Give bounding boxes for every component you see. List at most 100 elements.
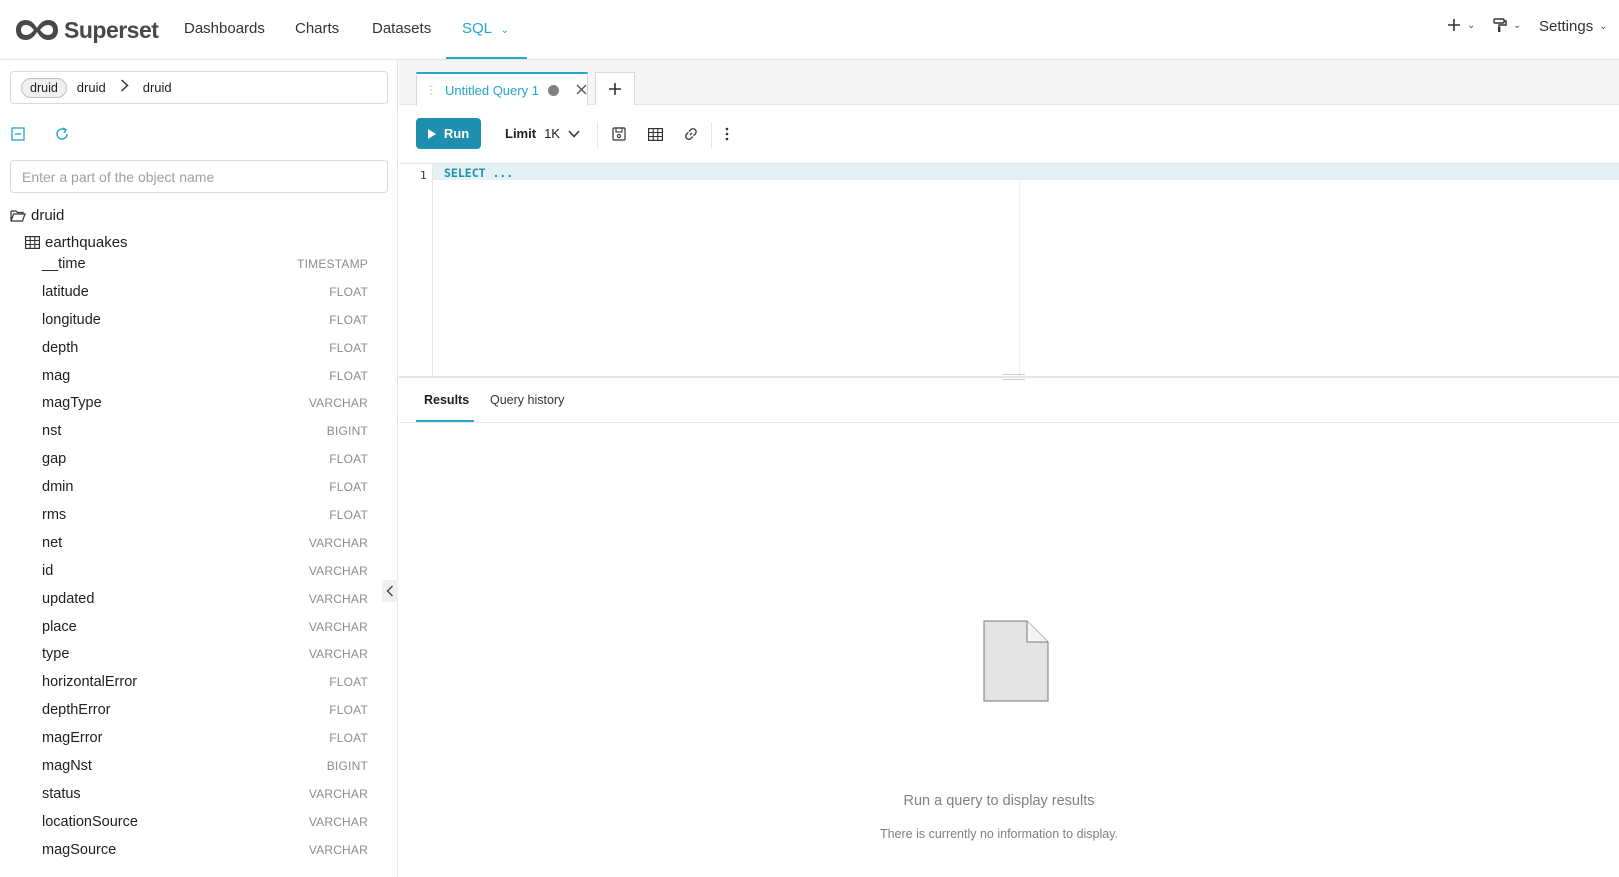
table-icon xyxy=(25,236,40,249)
column-row[interactable]: id VARCHAR xyxy=(0,557,398,585)
object-search-input[interactable] xyxy=(10,160,388,193)
chevron-left-icon xyxy=(386,585,393,597)
line-gutter: 1 xyxy=(399,164,433,377)
column-type: VARCHAR xyxy=(308,591,368,606)
schema-name: druid xyxy=(142,80,172,95)
toolbar-divider xyxy=(711,122,712,148)
collapse-sidebar-button[interactable] xyxy=(382,580,398,602)
column-row[interactable]: locationSource VARCHAR xyxy=(0,808,398,836)
new-menu-button[interactable]: ⌄ xyxy=(1447,18,1475,32)
column-row[interactable]: net VARCHAR xyxy=(0,529,398,557)
column-type: VARCHAR xyxy=(308,814,368,829)
nav-sql[interactable]: SQL ⌄ xyxy=(462,20,509,37)
unsaved-status-dot xyxy=(547,84,559,96)
add-tab-button[interactable] xyxy=(595,72,635,105)
column-name: depth xyxy=(42,339,79,356)
drag-handle-icon[interactable]: ⋮ xyxy=(425,83,437,97)
column-type: VARCHAR xyxy=(308,647,368,662)
run-button[interactable]: Run xyxy=(416,118,481,149)
empty-title: Run a query to display results xyxy=(903,793,1095,809)
column-type: FLOAT xyxy=(329,675,368,690)
refresh-icon[interactable] xyxy=(54,126,70,142)
column-row[interactable]: nst BIGINT xyxy=(0,417,398,445)
chevron-right-icon xyxy=(120,79,129,96)
column-name: latitude xyxy=(42,283,89,300)
limit-dropdown[interactable]: Limit 1K xyxy=(505,126,580,141)
superset-logo[interactable]: Superset xyxy=(14,14,159,46)
sql-code[interactable]: SELECT ... xyxy=(444,166,513,180)
nav-dashboards[interactable]: Dashboards xyxy=(184,20,265,37)
results-tab-indicator xyxy=(416,420,474,422)
column-row[interactable]: magType VARCHAR xyxy=(0,389,398,417)
column-name: net xyxy=(42,534,63,551)
column-row[interactable]: place VARCHAR xyxy=(0,613,398,641)
table-icon[interactable] xyxy=(647,126,663,142)
collapse-all-icon[interactable] xyxy=(10,126,26,142)
column-type: FLOAT xyxy=(329,368,368,383)
column-row[interactable]: longitude FLOAT xyxy=(0,306,398,334)
tree-schema-node[interactable]: druid xyxy=(10,207,64,224)
column-name: horizontalError xyxy=(42,674,138,691)
column-row[interactable]: magError FLOAT xyxy=(0,724,398,752)
column-row[interactable]: rms FLOAT xyxy=(0,501,398,529)
column-row[interactable]: latitude FLOAT xyxy=(0,278,398,306)
column-type: VARCHAR xyxy=(308,563,368,578)
tree-table-node[interactable]: earthquakes xyxy=(25,234,128,251)
tab-results[interactable]: Results xyxy=(424,393,469,407)
column-row[interactable]: gap FLOAT xyxy=(0,445,398,473)
empty-document-icon xyxy=(983,620,1049,702)
column-type: FLOAT xyxy=(329,507,368,522)
column-type: FLOAT xyxy=(329,340,368,355)
chevron-down-icon: ⌄ xyxy=(1513,20,1522,31)
link-icon[interactable] xyxy=(683,126,699,142)
column-type: TIMESTAMP xyxy=(297,256,368,271)
tree-actions xyxy=(10,126,70,142)
nav-datasets[interactable]: Datasets xyxy=(372,20,431,37)
column-type: VARCHAR xyxy=(308,842,368,857)
query-tab[interactable]: ⋮ Untitled Query 1 xyxy=(416,72,588,106)
column-type: BIGINT xyxy=(326,424,368,439)
column-row[interactable]: mag FLOAT xyxy=(0,362,398,390)
close-icon[interactable] xyxy=(576,82,587,99)
limit-label: Limit xyxy=(505,126,537,141)
column-name: longitude xyxy=(42,311,101,328)
column-row[interactable]: magNst BIGINT xyxy=(0,752,398,780)
column-name: nst xyxy=(42,423,62,440)
save-icon[interactable] xyxy=(611,126,627,142)
column-row[interactable]: updated VARCHAR xyxy=(0,585,398,613)
sql-code-editor[interactable]: 1 SELECT ... xyxy=(399,164,1619,377)
database-name: druid xyxy=(76,80,106,95)
column-name: magSource xyxy=(42,841,117,858)
column-row[interactable]: depth FLOAT xyxy=(0,334,398,362)
column-row[interactable]: __time TIMESTAMP xyxy=(0,250,398,278)
more-options-icon[interactable] xyxy=(719,126,735,142)
column-row[interactable]: dmin FLOAT xyxy=(0,473,398,501)
superset-logo-icon xyxy=(16,20,58,40)
database-tag: druid xyxy=(21,77,67,98)
column-list: __time TIMESTAMP latitude FLOAT longitude F… xyxy=(0,250,398,864)
folder-open-icon xyxy=(10,210,26,222)
column-type: FLOAT xyxy=(329,284,368,299)
column-type: FLOAT xyxy=(329,703,368,718)
tab-query-history[interactable]: Query history xyxy=(490,393,564,407)
column-name: __time xyxy=(42,255,86,272)
column-row[interactable]: horizontalError FLOAT xyxy=(0,668,398,696)
column-name: magError xyxy=(42,730,103,747)
column-name: gap xyxy=(42,451,67,468)
column-name: status xyxy=(42,785,81,802)
settings-menu[interactable]: Settings ⌄ xyxy=(1539,18,1608,35)
active-line-highlight xyxy=(433,164,1619,180)
column-row[interactable]: type VARCHAR xyxy=(0,640,398,668)
theme-menu-button[interactable]: ⌄ xyxy=(1493,18,1521,33)
column-row[interactable]: status VARCHAR xyxy=(0,780,398,808)
column-row[interactable]: magSource VARCHAR xyxy=(0,836,398,864)
tree-table-label: earthquakes xyxy=(45,234,128,251)
column-type: FLOAT xyxy=(329,452,368,467)
column-type: BIGINT xyxy=(326,758,368,773)
database-schema-selector[interactable]: druid druid druid xyxy=(10,71,388,104)
nav-charts[interactable]: Charts xyxy=(295,20,339,37)
column-row[interactable]: depthError FLOAT xyxy=(0,696,398,724)
column-name: locationSource xyxy=(42,813,138,830)
top-navbar: Superset Dashboards Charts Datasets SQL … xyxy=(0,0,1619,60)
line-number: 1 xyxy=(420,169,427,182)
